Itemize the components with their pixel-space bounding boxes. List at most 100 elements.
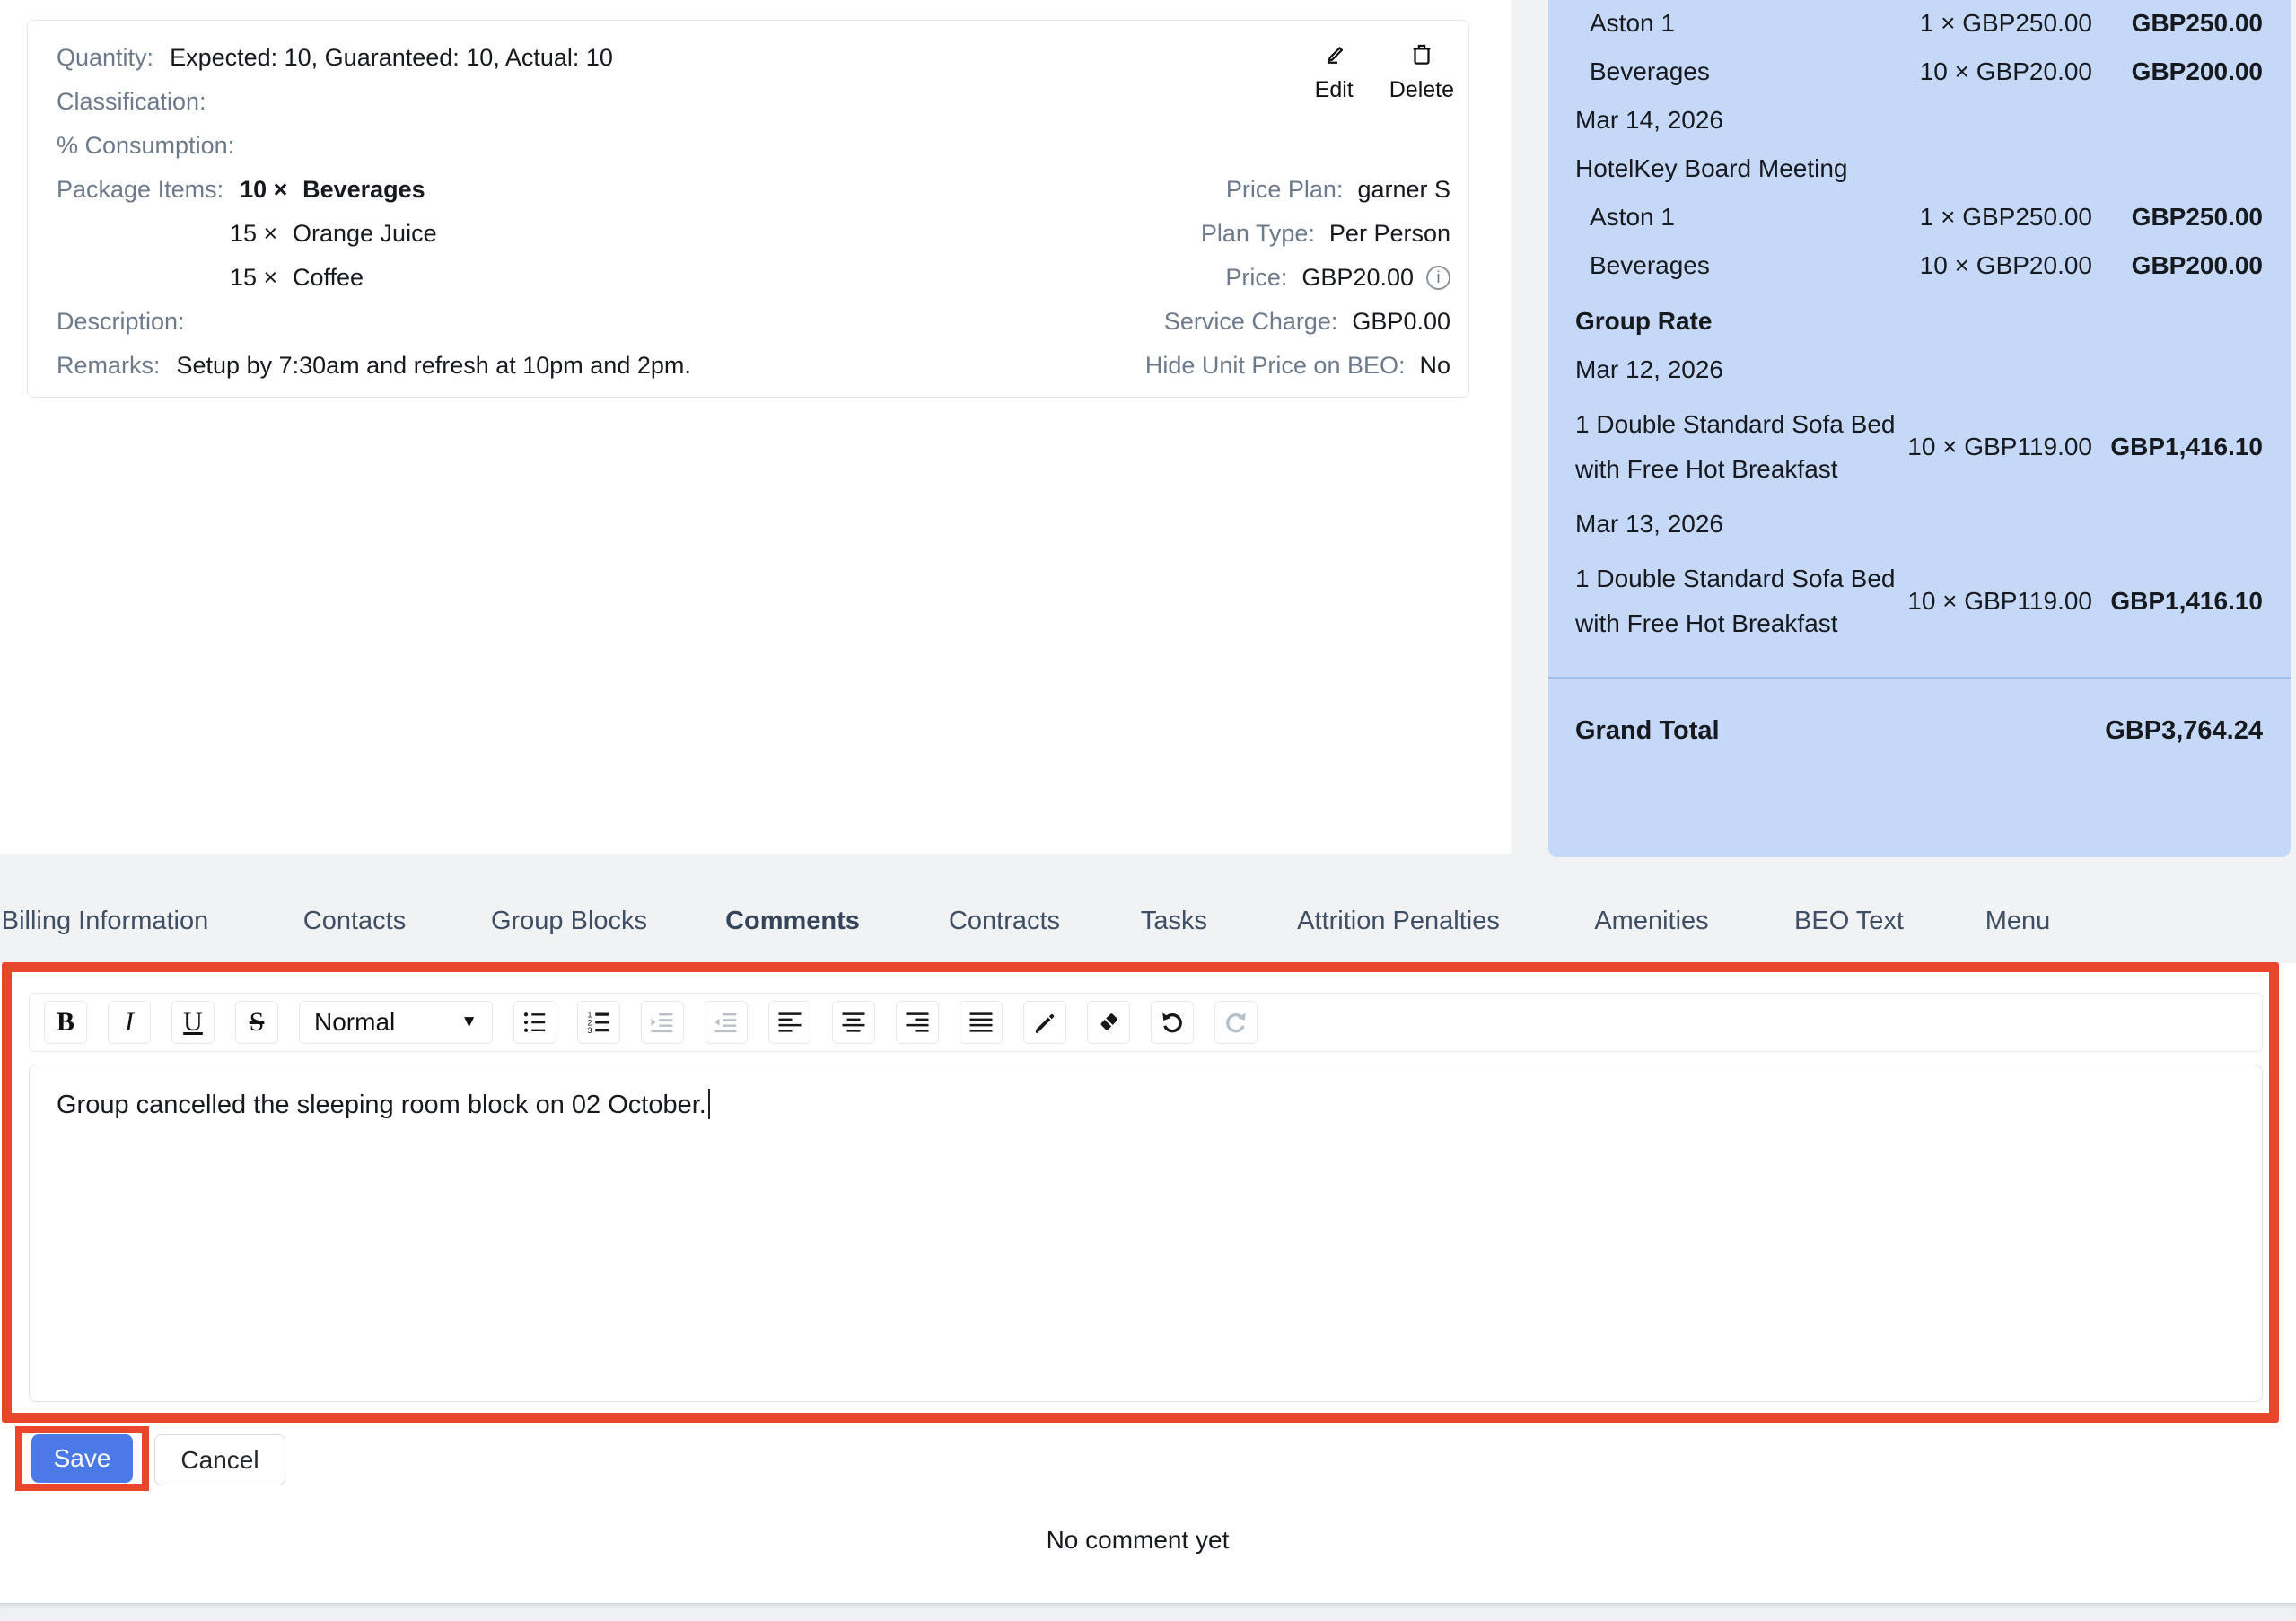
line-item-qty-price: 1 × GBP250.00 bbox=[1920, 7, 2092, 39]
plan-type-value: Per Person bbox=[1329, 220, 1450, 248]
quantity-label: Quantity: bbox=[57, 44, 153, 72]
date-header-label: Mar 14, 2026 bbox=[1575, 104, 2263, 136]
classification-row: Classification: bbox=[57, 80, 691, 124]
tab-group-blocks[interactable]: Group Blocks bbox=[491, 903, 647, 939]
page: Quantity: Expected: 10, Guaranteed: 10, … bbox=[0, 0, 2296, 1621]
empty-comments-message: No comment yet bbox=[0, 1526, 2275, 1555]
cancel-button[interactable]: Cancel bbox=[154, 1434, 285, 1485]
bullet-list-button[interactable] bbox=[513, 1001, 556, 1044]
package-item-name: Coffee bbox=[293, 264, 364, 291]
date-header-label: Mar 12, 2026 bbox=[1575, 354, 2263, 386]
service-charge-value: GBP0.00 bbox=[1352, 308, 1450, 336]
ordered-list-icon: 123 bbox=[585, 1009, 612, 1036]
description-label: Description: bbox=[57, 308, 185, 336]
ordered-list-button[interactable]: 123 bbox=[577, 1001, 620, 1044]
remarks-value: Setup by 7:30am and refresh at 10pm and … bbox=[177, 352, 691, 380]
align-center-button[interactable] bbox=[832, 1001, 875, 1044]
hide-unit-price-value: No bbox=[1419, 352, 1450, 380]
outdent-button[interactable] bbox=[705, 1001, 748, 1044]
tab-beo-text[interactable]: BEO Text bbox=[1794, 903, 1904, 939]
align-center-icon bbox=[840, 1009, 867, 1036]
save-button[interactable]: Save bbox=[31, 1434, 133, 1483]
date-header-label: Mar 13, 2026 bbox=[1575, 508, 2263, 540]
tab-contacts[interactable]: Contacts bbox=[303, 903, 406, 939]
indent-button[interactable] bbox=[641, 1001, 684, 1044]
package-item-name: Orange Juice bbox=[293, 220, 437, 247]
price-value: GBP20.00 bbox=[1301, 264, 1414, 292]
tab-attrition-penalties[interactable]: Attrition Penalties bbox=[1297, 903, 1500, 939]
tab-tasks[interactable]: Tasks bbox=[1141, 903, 1207, 939]
editor-toolbar: B I U S Normal ▼ 123 bbox=[29, 993, 2263, 1052]
align-left-button[interactable] bbox=[768, 1001, 811, 1044]
price-line-item: Aston 1 1 × GBP250.00 GBP250.00 bbox=[1575, 7, 2263, 39]
line-item-name: Beverages bbox=[1575, 56, 1920, 88]
align-justify-icon bbox=[968, 1009, 995, 1036]
line-item-qty-price: 10 × GBP20.00 bbox=[1920, 56, 2092, 88]
line-item-total: GBP250.00 bbox=[2092, 7, 2263, 39]
paragraph-format-dropdown[interactable]: Normal ▼ bbox=[299, 1001, 493, 1044]
line-item-total: GBP1,416.10 bbox=[2092, 585, 2263, 618]
comment-text: Group cancelled the sleeping room block … bbox=[57, 1091, 706, 1119]
line-item-name: Aston 1 bbox=[1575, 7, 1920, 39]
text-color-pen-button[interactable] bbox=[1023, 1001, 1066, 1044]
price-label: Price: bbox=[1225, 264, 1287, 292]
svg-text:3: 3 bbox=[588, 1026, 592, 1035]
service-charge-row: Service Charge: GBP0.00 bbox=[1145, 300, 1450, 344]
paragraph-format-value: Normal bbox=[314, 1008, 395, 1037]
strikethrough-button[interactable]: S bbox=[235, 1001, 278, 1044]
underline-button[interactable]: U bbox=[171, 1001, 215, 1044]
price-line-item: Beverages 10 × GBP20.00 GBP200.00 bbox=[1575, 56, 2263, 88]
price-plan-value: garner S bbox=[1357, 176, 1450, 204]
trash-icon bbox=[1408, 40, 1435, 74]
event-card-actions: Edit Delete bbox=[1315, 40, 1454, 103]
price-date-header: Mar 12, 2026 bbox=[1575, 354, 2263, 386]
grand-total-label: Grand Total bbox=[1575, 716, 1720, 746]
package-item-name: Beverages bbox=[302, 176, 425, 203]
line-item-name: Beverages bbox=[1575, 250, 1920, 282]
tab-comments[interactable]: Comments bbox=[725, 903, 860, 939]
delete-button[interactable]: Delete bbox=[1389, 40, 1454, 103]
price-line-item: Beverages 10 × GBP20.00 GBP200.00 bbox=[1575, 250, 2263, 282]
section-header-label: Group Rate bbox=[1575, 305, 2263, 337]
bold-button[interactable]: B bbox=[44, 1001, 87, 1044]
line-item-total: GBP1,416.10 bbox=[2092, 431, 2263, 463]
plan-type-label: Plan Type: bbox=[1201, 220, 1315, 248]
italic-button[interactable]: I bbox=[108, 1001, 151, 1044]
align-justify-button[interactable] bbox=[960, 1001, 1003, 1044]
bottom-page-divider bbox=[0, 1603, 2296, 1621]
tab-menu[interactable]: Menu bbox=[1985, 903, 2051, 939]
event-header-label: HotelKey Board Meeting bbox=[1575, 153, 2263, 185]
event-card-fields: Quantity: Expected: 10, Guaranteed: 10, … bbox=[57, 36, 691, 388]
package-items-label: Package Items: bbox=[57, 176, 223, 204]
tab-amenities[interactable]: Amenities bbox=[1594, 903, 1708, 939]
line-item-name: Aston 1 bbox=[1575, 201, 1920, 233]
align-right-button[interactable] bbox=[896, 1001, 939, 1044]
package-item: 15 ×Orange Juice bbox=[230, 220, 437, 248]
undo-icon bbox=[1159, 1009, 1186, 1036]
line-item-name: 1 Double Standard Sofa Bed with Free Hot… bbox=[1575, 402, 1907, 492]
quantity-value: Expected: 10, Guaranteed: 10, Actual: 10 bbox=[170, 44, 613, 72]
line-item-total: GBP200.00 bbox=[2092, 56, 2263, 88]
edit-button[interactable]: Edit bbox=[1315, 40, 1354, 103]
price-line-item: 1 Double Standard Sofa Bed with Free Hot… bbox=[1575, 556, 2263, 646]
chevron-down-icon: ▼ bbox=[460, 1012, 478, 1032]
package-item-qty: 10 × bbox=[240, 176, 302, 204]
align-left-icon bbox=[776, 1009, 803, 1036]
comment-text-input[interactable]: Group cancelled the sleeping room block … bbox=[29, 1065, 2263, 1402]
hide-unit-price-row: Hide Unit Price on BEO: No bbox=[1145, 344, 1450, 388]
line-item-name: 1 Double Standard Sofa Bed with Free Hot… bbox=[1575, 556, 1907, 646]
save-button-annotation-box: Save bbox=[15, 1426, 149, 1491]
line-item-qty-price: 10 × GBP119.00 bbox=[1907, 585, 2092, 618]
eraser-button[interactable] bbox=[1087, 1001, 1130, 1044]
eraser-icon bbox=[1095, 1009, 1122, 1036]
tab-billing-information[interactable]: Billing Information bbox=[2, 903, 209, 939]
grand-total-row: Grand Total GBP3,764.24 bbox=[1575, 716, 2263, 746]
price-event-header: HotelKey Board Meeting bbox=[1575, 153, 2263, 185]
event-detail-card: Quantity: Expected: 10, Guaranteed: 10, … bbox=[27, 20, 1469, 398]
redo-button[interactable] bbox=[1214, 1001, 1258, 1044]
undo-button[interactable] bbox=[1151, 1001, 1194, 1044]
tab-contracts[interactable]: Contracts bbox=[949, 903, 1060, 939]
text-cursor bbox=[708, 1089, 710, 1119]
line-item-qty-price: 1 × GBP250.00 bbox=[1920, 201, 2092, 233]
info-icon[interactable]: i bbox=[1426, 266, 1450, 290]
